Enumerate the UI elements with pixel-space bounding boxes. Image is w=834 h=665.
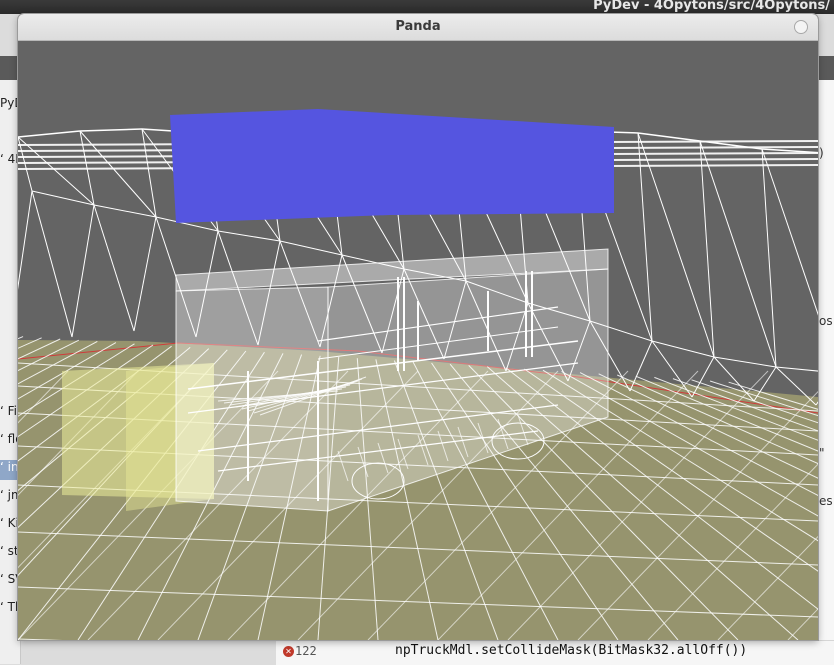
ide-explorer-item[interactable]: ‘ Th xyxy=(0,600,20,620)
ide-explorer-item[interactable]: ‘ Fi xyxy=(0,404,20,424)
ide-line-number: 122 xyxy=(295,644,317,658)
panda-title-bar[interactable]: Panda xyxy=(18,14,818,41)
mesh-edge xyxy=(133,216,157,332)
mesh-edge xyxy=(761,148,777,368)
ide-explorer-item[interactable]: ‘ jm xyxy=(0,488,20,508)
mesh-edge xyxy=(31,190,73,338)
ide-window-title: PyDev - 4Opytons/src/4Opytons/ xyxy=(593,0,830,13)
3d-scene xyxy=(18,109,818,640)
ide-code-fragment: " xyxy=(819,446,825,460)
error-marker-icon[interactable]: ✕ xyxy=(283,646,294,657)
close-button[interactable] xyxy=(794,20,808,34)
mesh-edge xyxy=(713,356,777,368)
ide-code-fragment: os xyxy=(819,314,833,328)
mesh-edge xyxy=(93,204,135,332)
panda-3d-viewport[interactable] xyxy=(18,41,818,640)
floating-block xyxy=(170,109,614,223)
mesh-edge xyxy=(18,190,33,290)
mesh-edge xyxy=(31,190,95,206)
mesh-edge xyxy=(637,132,701,142)
mesh-edge xyxy=(71,204,95,338)
mesh-edge xyxy=(279,240,343,256)
ide-code-fragment: ) xyxy=(819,146,824,160)
mesh-edge xyxy=(699,140,777,368)
ide-explorer-item[interactable]: ‘ SV xyxy=(0,572,20,592)
mesh-edge xyxy=(217,230,281,242)
ide-explorer-item[interactable]: ‘ 4E xyxy=(0,152,20,172)
ide-explorer-item[interactable]: PyD xyxy=(0,96,20,116)
mesh-edge xyxy=(775,366,818,372)
ide-explorer-item[interactable]: ‘ st xyxy=(0,544,20,564)
ide-editor-edge xyxy=(818,80,834,664)
panda-window[interactable]: Panda xyxy=(18,14,818,640)
ide-explorer-item-selected[interactable]: ‘ in xyxy=(0,460,20,480)
mesh-edge xyxy=(637,132,653,342)
ide-explorer-item[interactable]: ‘ Ki xyxy=(0,516,20,536)
mesh-edge xyxy=(79,128,143,132)
ide-code-fragment: es xyxy=(819,494,833,508)
mesh-edge xyxy=(699,140,715,358)
mesh-edge xyxy=(18,130,81,138)
mesh-edge xyxy=(761,148,818,316)
ide-title-bar: PyDev - 4Opytons/src/4Opytons/ xyxy=(0,0,834,14)
panda-window-title: Panda xyxy=(395,19,441,34)
ide-code-line[interactable]: npTruckMdl.setCollideMask(BitMask32.allO… xyxy=(395,643,747,658)
ide-explorer-item[interactable]: ‘ flo xyxy=(0,432,20,452)
